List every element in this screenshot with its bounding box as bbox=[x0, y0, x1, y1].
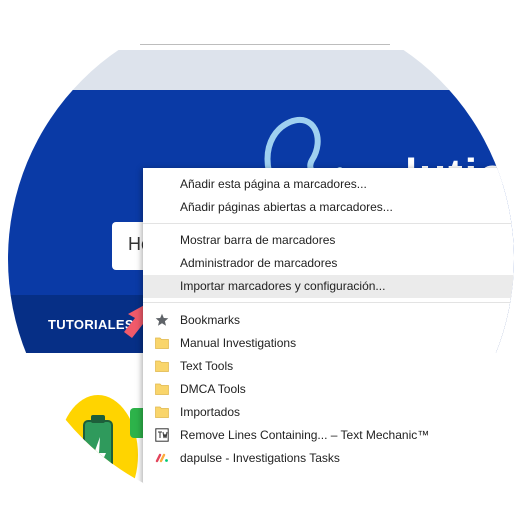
folder-icon bbox=[155, 383, 169, 395]
menu-import-bookmarks[interactable]: Importar marcadores y configuración... bbox=[143, 275, 514, 298]
menu-item-label: dapulse - Investigations Tasks bbox=[180, 451, 340, 465]
menu-folder-dmca-tools[interactable]: DMCA Tools bbox=[143, 378, 514, 401]
star-icon bbox=[155, 313, 169, 326]
menu-item-label: Remove Lines Containing... – Text Mechan… bbox=[180, 428, 430, 442]
menu-add-this-page[interactable]: Añadir esta página a marcadores... bbox=[143, 173, 514, 196]
menu-bookmark-manager[interactable]: Administrador de marcadores bbox=[143, 252, 514, 275]
menu-separator bbox=[143, 223, 514, 224]
menu-item-label: Manual Investigations bbox=[180, 336, 297, 350]
context-layer: Añadir esta página a marcadores... Añadi… bbox=[8, 6, 514, 512]
menu-item-label: Importar marcadores y configuración... bbox=[180, 279, 386, 293]
menu-separator bbox=[143, 302, 514, 303]
menu-item-label: Añadir páginas abiertas a marcadores... bbox=[180, 200, 393, 214]
menu-bookmark-dapulse[interactable]: dapulse - Investigations Tasks bbox=[143, 447, 514, 470]
menu-item-label: Añadir esta página a marcadores... bbox=[180, 177, 367, 191]
magnified-screenshot: lutio Ho TUTORIALES Añadir esta página a… bbox=[0, 0, 520, 520]
folder-icon bbox=[155, 406, 169, 418]
menu-item-label: Importados bbox=[180, 405, 241, 419]
menu-folder-text-tools[interactable]: Text Tools bbox=[143, 355, 514, 378]
dapulse-icon bbox=[155, 453, 168, 463]
menu-folder-importados[interactable]: Importados bbox=[143, 401, 514, 424]
menu-item-label: Text Tools bbox=[180, 359, 234, 373]
magnifier-circle: lutio Ho TUTORIALES Añadir esta página a… bbox=[8, 6, 514, 512]
text-mechanic-icon bbox=[155, 428, 169, 442]
menu-item-label: Administrador de marcadores bbox=[180, 256, 338, 270]
menu-bookmark-text-mechanic[interactable]: Remove Lines Containing... – Text Mechan… bbox=[143, 424, 514, 447]
menu-bookmark-bookmarks[interactable]: Bookmarks bbox=[143, 309, 514, 332]
menu-item-label: Bookmarks bbox=[180, 313, 241, 327]
menu-folder-manual-investigations[interactable]: Manual Investigations bbox=[143, 332, 514, 355]
menu-show-bookmarks-bar[interactable]: Mostrar barra de marcadores bbox=[143, 229, 514, 252]
menu-item-label: DMCA Tools bbox=[180, 382, 246, 396]
folder-icon bbox=[155, 360, 169, 372]
bookmarks-menu: Añadir esta página a marcadores... Añadi… bbox=[143, 168, 514, 512]
folder-icon bbox=[155, 337, 169, 349]
menu-add-open-pages[interactable]: Añadir páginas abiertas a marcadores... bbox=[143, 196, 514, 219]
menu-item-label: Mostrar barra de marcadores bbox=[180, 233, 336, 247]
